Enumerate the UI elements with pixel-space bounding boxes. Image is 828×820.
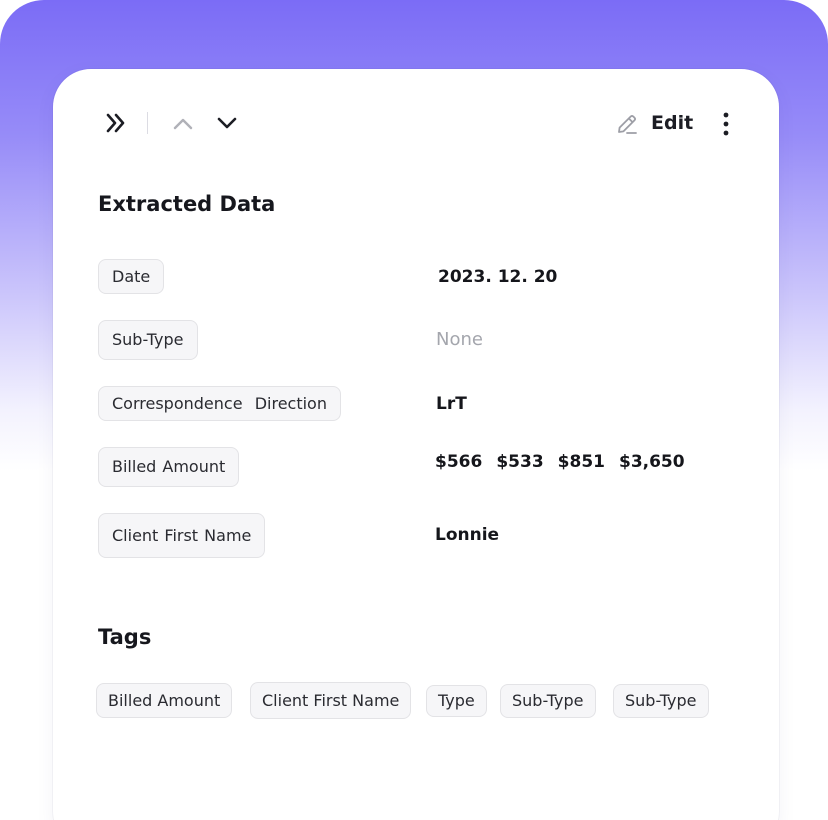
field-label-billed-amount: Billed Amount [98,447,240,487]
extracted-data-title: Extracted Data [98,192,276,216]
more-vertical-icon[interactable] [716,111,736,137]
billed-amount-value: $3,650 [618,452,685,472]
tag-billed-amount[interactable]: Billed Amount [96,683,233,718]
field-value-correspondence-direction: LrT [436,394,467,414]
double-chevron-right-icon[interactable] [104,112,128,134]
tag-client-first-name[interactable]: Client First Name [250,682,412,719]
field-value-sub-type: None [436,329,483,350]
field-value-date: 2023. 12. 20 [438,267,558,287]
field-label-correspondence-direction: Correspondence Direction [98,386,341,421]
tag-sub-type[interactable]: Sub-Type [500,684,596,718]
billed-amount-value: $533 [496,452,544,472]
field-value-client-first-name: Lonnie [435,525,500,545]
tags-title: Tags [98,625,152,649]
field-label-sub-type: Sub-Type [98,320,198,360]
billed-amount-value: $851 [557,452,605,472]
field-value-billed-amounts: $566 $533 $851 $3,650 [435,451,685,473]
field-label-client-first-name: Client First Name [98,513,266,558]
pencil-icon[interactable] [615,112,639,136]
chevron-down-icon[interactable] [215,113,239,133]
tag-sub-type[interactable]: Sub-Type [613,684,709,718]
tag-type[interactable]: Type [426,685,487,717]
field-label-date: Date [98,259,165,294]
billed-amount-value: $566 [435,452,483,472]
screenshot-frame: Edit Extracted Data Date 2023. 12. 20 Su… [0,0,828,820]
toolbar-divider [147,112,148,134]
edit-button[interactable]: Edit [651,111,693,135]
chevron-up-icon[interactable] [171,114,195,134]
